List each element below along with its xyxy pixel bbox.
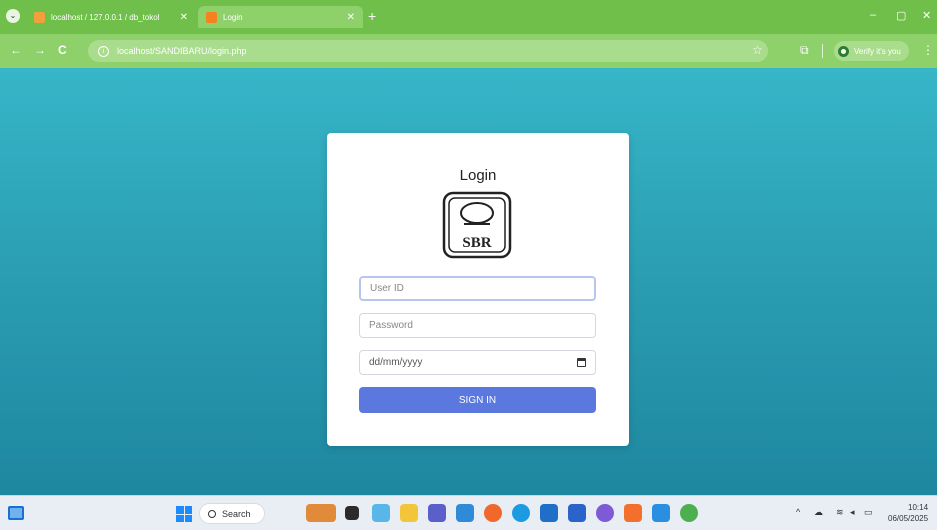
minimize-button[interactable]: – [870,9,876,21]
logo-text: SBR [462,235,491,251]
volume-icon[interactable]: ◂ [850,507,855,518]
clock-date: 06/05/2025 [888,514,929,523]
bookmark-star-icon[interactable]: ☆ [752,43,763,57]
date-input[interactable]: dd/mm/yyyy [359,350,596,375]
extensions-icon[interactable]: ⧉ [800,43,809,58]
sign-in-button[interactable]: SIGN IN [359,387,596,413]
firefox-icon[interactable] [484,504,502,522]
close-window-button[interactable]: ✕ [922,9,931,22]
profile-avatar-icon [838,45,849,57]
page-background: Login SBR User ID Password dd/mm/yyyy SI… [0,68,937,495]
edge-icon[interactable] [512,504,530,522]
forward-button[interactable]: → [34,44,46,56]
wifi-icon[interactable]: ≋ [836,507,844,518]
tab-title: Login [223,12,243,22]
widgets-icon[interactable] [8,506,24,520]
start-button-icon[interactable] [176,506,192,522]
vscode-icon[interactable] [652,504,670,522]
user-id-input[interactable]: User ID [359,276,596,301]
reload-button[interactable]: C [58,44,67,56]
tab-phpmyadmin[interactable]: localhost / 127.0.0.1 / db_tokol ✕ [26,6,196,28]
mysql-workbench-icon[interactable] [456,504,474,522]
tab-login[interactable]: Login ✕ [198,6,363,28]
xampp-icon[interactable] [624,504,642,522]
file-explorer-icon[interactable] [400,504,418,522]
password-input[interactable]: Password [359,313,596,338]
terminal-icon[interactable] [345,506,359,520]
back-button[interactable]: ← [10,44,22,56]
tab-search-button[interactable]: ⌄ [6,9,20,23]
restore-button[interactable]: ▢ [896,9,906,22]
verify-label: Verify it's you [854,46,901,56]
onedrive-icon[interactable]: ☁ [814,507,823,518]
verify-profile-button[interactable]: Verify it's you [834,41,909,61]
chrome-icon[interactable] [680,504,698,522]
clock-time: 10:14 [908,503,929,512]
battery-icon[interactable]: ▭ [864,507,873,518]
browser-tab-bar: ⌄ localhost / 127.0.0.1 / db_tokol ✕ Log… [0,0,937,34]
teams-icon[interactable] [428,504,446,522]
tab-close-icon[interactable]: ✕ [347,12,355,23]
photos-icon[interactable] [372,504,390,522]
sbr-logo: SBR [442,191,512,259]
outlook-icon[interactable] [540,504,558,522]
login-title: Login [459,167,497,184]
taskbar-search[interactable]: Search [199,503,265,524]
tray-chevron-icon[interactable]: ^ [796,507,800,517]
clock[interactable]: 10:14 06/05/2025 [888,502,928,524]
login-card: Login SBR User ID Password dd/mm/yyyy SI… [327,133,629,446]
search-icon [208,509,216,518]
url-field[interactable]: i localhost/SANDIBARU/login.php [88,40,768,62]
phpmyadmin-favicon-icon [34,11,45,23]
dropbox-icon[interactable] [568,504,586,522]
game-app-icon[interactable] [306,504,336,522]
url-text: localhost/SANDIBARU/login.php [117,46,247,56]
app-icon[interactable] [596,504,614,522]
xampp-favicon-icon [206,11,217,23]
date-placeholder: dd/mm/yyyy [369,357,423,368]
browser-menu-button[interactable]: ⋮ [922,43,934,57]
windows-taskbar: Search ^ ☁ ≋ ◂ ▭ 10:14 06/05/2025 [0,495,937,530]
tab-title: localhost / 127.0.0.1 / db_tokol [51,12,160,22]
search-label: Search [222,508,251,519]
tab-close-icon[interactable]: ✕ [180,12,188,23]
new-tab-button[interactable]: + [368,9,376,23]
calendar-icon[interactable] [577,358,586,367]
address-bar-row: ← → C i localhost/SANDIBARU/login.php ☆ … [0,34,937,68]
toolbar-divider [822,44,823,58]
site-info-icon[interactable]: i [98,45,109,57]
